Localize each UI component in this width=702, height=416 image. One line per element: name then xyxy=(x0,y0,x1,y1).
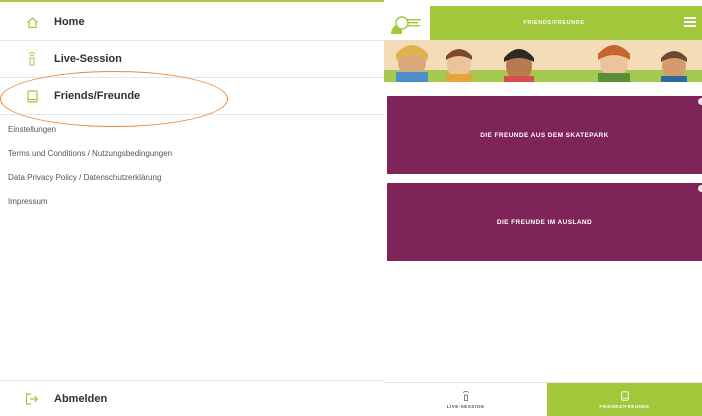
card-friends-abroad[interactable]: DIE FREUNDE IM AUSLAND xyxy=(387,183,702,261)
characters-banner-illustration xyxy=(384,40,702,82)
live-session-icon xyxy=(461,391,471,401)
hamburger-menu-icon[interactable] xyxy=(684,17,696,27)
book-icon xyxy=(620,391,630,401)
card-friends-abroad-label: DIE FREUNDE IM AUSLAND xyxy=(496,218,593,226)
menu-top-accent xyxy=(0,0,384,2)
card-skatepark-friends[interactable]: DIE FREUNDE AUS DEM SKATEPARK xyxy=(387,96,702,174)
secondary-links: Einstellungen Terms und Conditions / Nut… xyxy=(8,125,172,221)
logout-button[interactable]: Abmelden xyxy=(0,380,384,416)
link-impressum[interactable]: Impressum xyxy=(8,197,172,221)
app-preview: FRIENDS/FREUNDE DIE FREUNDE AUS DEM SKAT… xyxy=(384,0,702,416)
menu-item-live-session-label: Live-Session xyxy=(54,53,122,65)
home-icon xyxy=(25,14,39,30)
menu-item-home-label: Home xyxy=(54,16,85,28)
card-skatepark-friends-label: DIE FREUNDE AUS DEM SKATEPARK xyxy=(480,131,609,139)
card-corner-indicator xyxy=(698,185,702,192)
app-title: FRIENDS/FREUNDE xyxy=(523,20,585,26)
side-menu: Home Live-Session Friends/Freunde Einste… xyxy=(0,0,384,416)
menu-item-friends[interactable]: Friends/Freunde xyxy=(0,78,384,115)
bottom-tab-bar: LIVE-SESSION FRIENDS/FREUNDE xyxy=(384,382,702,416)
menu-item-home[interactable]: Home xyxy=(0,4,384,41)
tab-friends-label: FRIENDS/FREUNDE xyxy=(599,404,650,409)
tab-live-session[interactable]: LIVE-SESSION xyxy=(384,383,547,416)
live-session-icon xyxy=(25,51,39,67)
app-header: FRIENDS/FREUNDE xyxy=(384,6,702,40)
goethe-institut-logo xyxy=(384,6,430,40)
link-privacy-policy[interactable]: Data Privacy Policy / Datenschutzerkläru… xyxy=(8,173,172,197)
link-terms[interactable]: Terms und Conditions / Nutzungsbedingung… xyxy=(8,149,172,173)
book-icon xyxy=(25,88,39,104)
card-corner-indicator xyxy=(698,98,702,105)
tab-live-session-label: LIVE-SESSION xyxy=(446,404,485,409)
logout-icon xyxy=(25,392,39,406)
tab-friends[interactable]: FRIENDS/FREUNDE xyxy=(547,383,702,416)
logout-label: Abmelden xyxy=(54,392,108,405)
menu-item-live-session[interactable]: Live-Session xyxy=(0,41,384,78)
link-einstellungen[interactable]: Einstellungen xyxy=(8,125,172,149)
menu-item-friends-label: Friends/Freunde xyxy=(54,90,141,102)
